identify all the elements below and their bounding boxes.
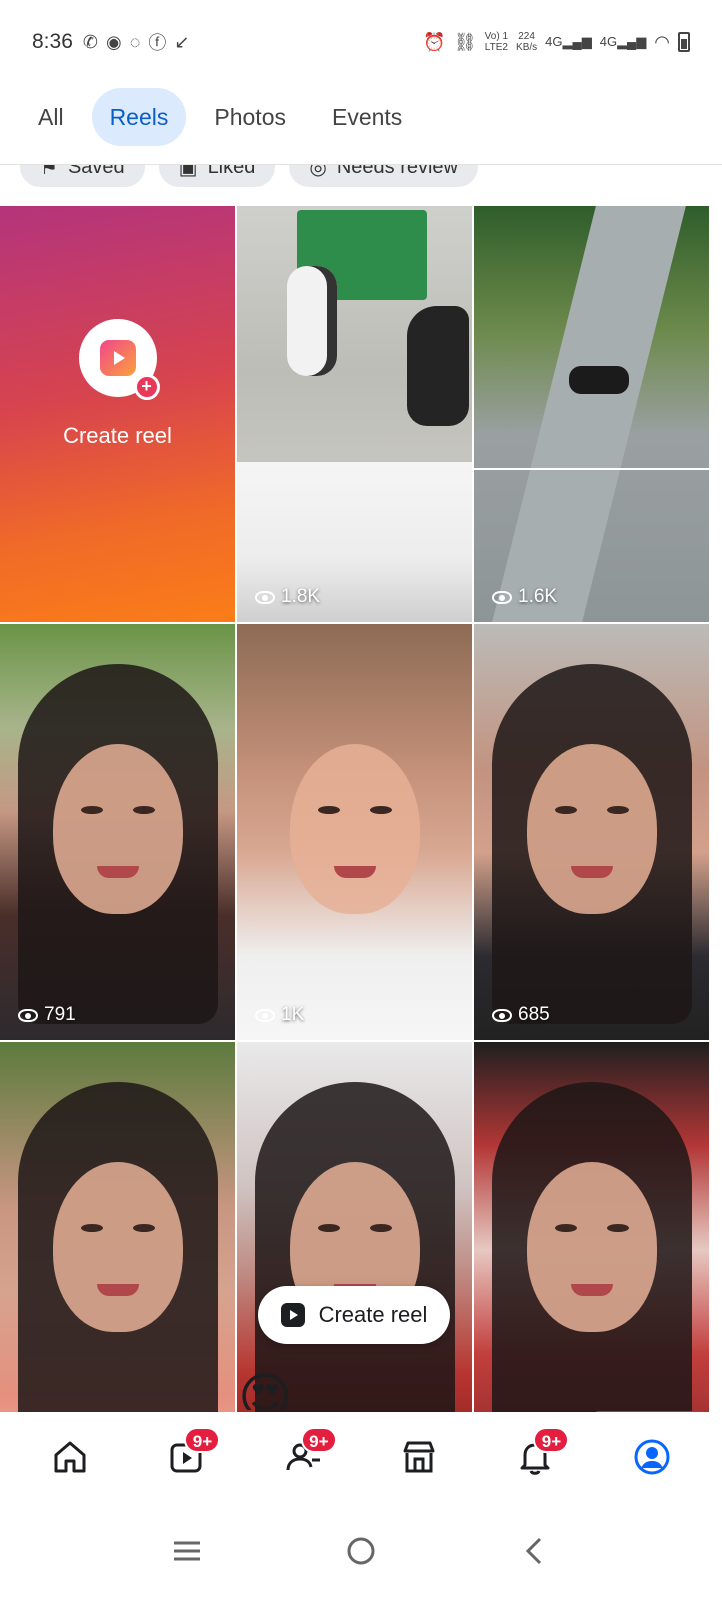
signal-icon: 4G▂▄▆ — [599, 34, 647, 49]
circle-icon — [347, 1537, 375, 1565]
chip-needs-review[interactable]: ◎ Needs review — [289, 165, 478, 187]
reel-thumbnail[interactable] — [0, 1042, 235, 1458]
chip-saved[interactable]: ⚑ Saved — [20, 165, 145, 187]
view-count: 685 — [492, 1004, 550, 1026]
phone-icon: ✆ — [82, 31, 98, 52]
whatsapp-icon: ◌ — [129, 31, 141, 52]
back-icon — [525, 1537, 542, 1565]
notification-badge: 9+ — [533, 1427, 570, 1453]
thumbnail-image — [289, 744, 420, 914]
create-reel-tile[interactable]: + Create reel — [0, 206, 235, 622]
thumbnail-image — [52, 1162, 183, 1332]
tab-reels[interactable]: Reels — [91, 88, 187, 146]
eye-icon: ◎ — [309, 165, 327, 179]
plus-icon: + — [133, 374, 160, 400]
status-bar: 8:36 ✆ ◉ ◌ ⓕ ↙ ⏰ ⛓ Vo) 1 LTE2 224 KB/s 4… — [0, 0, 722, 84]
marketplace-icon — [403, 1441, 435, 1473]
home-button[interactable] — [331, 1521, 391, 1581]
battery-icon — [678, 32, 690, 52]
data-speed: 224 KB/s — [516, 31, 538, 53]
status-time: 8:36 — [32, 30, 73, 53]
nav-home[interactable] — [40, 1427, 100, 1487]
nav-video[interactable]: 9+ — [156, 1427, 221, 1487]
like-icon: ▣ — [178, 165, 198, 179]
notification-badge: 9+ — [300, 1427, 337, 1453]
facebook-icon: ⓕ — [148, 33, 167, 53]
reel-thumbnail[interactable]: 1K — [237, 624, 472, 1040]
thumbnail-image — [526, 1162, 657, 1332]
reel-thumbnail[interactable]: 1.6K — [474, 206, 709, 622]
menu-icon — [174, 1541, 200, 1561]
thumbnail-image — [526, 744, 657, 914]
view-count: 1.6K — [492, 586, 557, 608]
view-count: 1K — [255, 1004, 304, 1026]
reels-grid: + Create reel 1.8K 1.6K 791 1K 685 — [0, 206, 709, 1458]
bookmark-icon: ⚑ — [40, 165, 58, 179]
bottom-navigation: 9+ 9+ 9+ — [0, 1412, 722, 1502]
notification-badge: 9+ — [184, 1427, 221, 1453]
reel-thumbnail[interactable] — [474, 1042, 709, 1458]
thumbnail-image — [492, 206, 686, 622]
nav-friends[interactable]: 9+ — [273, 1427, 337, 1487]
signal-icon: 4G▂▄▆ — [545, 34, 592, 49]
nav-profile[interactable] — [622, 1427, 682, 1487]
tab-events[interactable]: Events — [314, 88, 420, 146]
network-label: Vo) 1 LTE2 — [484, 31, 509, 53]
reel-thumbnail[interactable]: 1.8K — [237, 206, 472, 622]
chip-liked[interactable]: ▣ Liked — [158, 165, 276, 187]
system-navigation — [0, 1502, 722, 1600]
create-reel-label: Create reel — [63, 423, 172, 448]
messenger-icon: ◉ — [105, 31, 122, 52]
create-reel-button[interactable]: Create reel — [258, 1286, 450, 1344]
nav-marketplace[interactable] — [389, 1427, 449, 1487]
reels-logo-icon: + — [78, 319, 160, 400]
reel-filter-chips: ⚑ Saved ▣ Liked ◎ Needs review — [20, 165, 478, 187]
reels-icon — [280, 1303, 305, 1327]
eye-icon — [18, 1008, 38, 1022]
alarm-icon: ⏰ — [423, 31, 446, 52]
wifi-icon: ◠ — [654, 31, 670, 52]
missed-call-icon: ↙ — [174, 31, 190, 52]
eye-icon — [492, 590, 512, 604]
reel-thumbnail[interactable]: 791 — [0, 624, 235, 1040]
create-reel-button-label: Create reel — [318, 1302, 428, 1327]
recents-button[interactable] — [157, 1521, 217, 1581]
eye-icon — [492, 1008, 512, 1022]
notification-icons: ✆ ◉ ◌ ⓕ ↙ — [83, 29, 190, 55]
profile-icon — [634, 1439, 670, 1475]
view-count: 1.8K — [255, 586, 320, 608]
system-status-icons: ⏰ ⛓ Vo) 1 LTE2 224 KB/s 4G▂▄▆ 4G▂▄▆ ◠ — [423, 31, 690, 53]
thumbnail-image — [52, 744, 183, 914]
view-count: 791 — [18, 1004, 76, 1026]
nav-notifications[interactable]: 9+ — [505, 1427, 570, 1487]
reel-thumbnail[interactable]: 685 — [474, 624, 709, 1040]
filter-tabs: All Reels Photos Events — [20, 88, 420, 146]
heart-eyes-emoji-icon: 😍 — [238, 1369, 293, 1410]
eye-icon — [255, 590, 275, 604]
tab-photos[interactable]: Photos — [196, 88, 304, 146]
eye-icon — [255, 1008, 275, 1022]
link-icon: ⛓ — [453, 31, 477, 52]
tab-all[interactable]: All — [20, 88, 82, 146]
home-icon — [54, 1441, 86, 1473]
back-button[interactable] — [505, 1521, 565, 1581]
